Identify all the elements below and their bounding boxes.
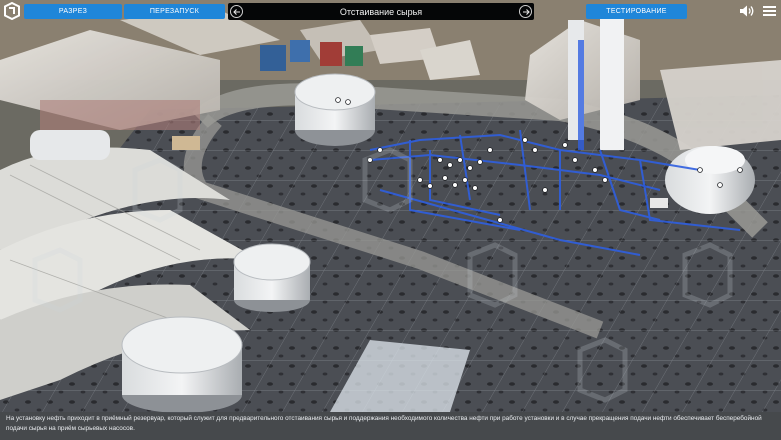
step-navigator: Отстаивание сырья bbox=[228, 3, 534, 20]
step-title: Отстаивание сырья bbox=[339, 6, 423, 17]
speaker-icon[interactable] bbox=[739, 4, 755, 18]
scene-3d-view[interactable] bbox=[0, 0, 781, 440]
previous-step-button[interactable] bbox=[230, 5, 243, 18]
app-logo-icon bbox=[4, 2, 20, 20]
cut-button[interactable]: РАЗРЕЗ bbox=[24, 4, 122, 19]
next-step-button[interactable] bbox=[519, 5, 532, 18]
testing-button[interactable]: ТЕСТИРОВАНИЕ bbox=[586, 4, 687, 19]
restart-button[interactable]: ПЕРЕЗАПУСК bbox=[124, 4, 225, 19]
cut-button-label: РАЗРЕЗ bbox=[58, 8, 88, 15]
description-text: На установку нефть приходит в приёмный р… bbox=[6, 415, 762, 432]
top-toolbar: РАЗРЕЗ ПЕРЕЗАПУСК Отстаивание сырья ТЕСТ… bbox=[0, 0, 781, 22]
description-panel: На установку нефть приходит в приёмный р… bbox=[0, 412, 781, 440]
restart-button-label: ПЕРЕЗАПУСК bbox=[149, 8, 200, 15]
arrow-right-icon bbox=[522, 8, 530, 15]
hamburger-menu-icon[interactable] bbox=[762, 4, 777, 18]
testing-button-label: ТЕСТИРОВАНИЕ bbox=[606, 8, 667, 15]
arrow-left-icon bbox=[232, 8, 240, 15]
